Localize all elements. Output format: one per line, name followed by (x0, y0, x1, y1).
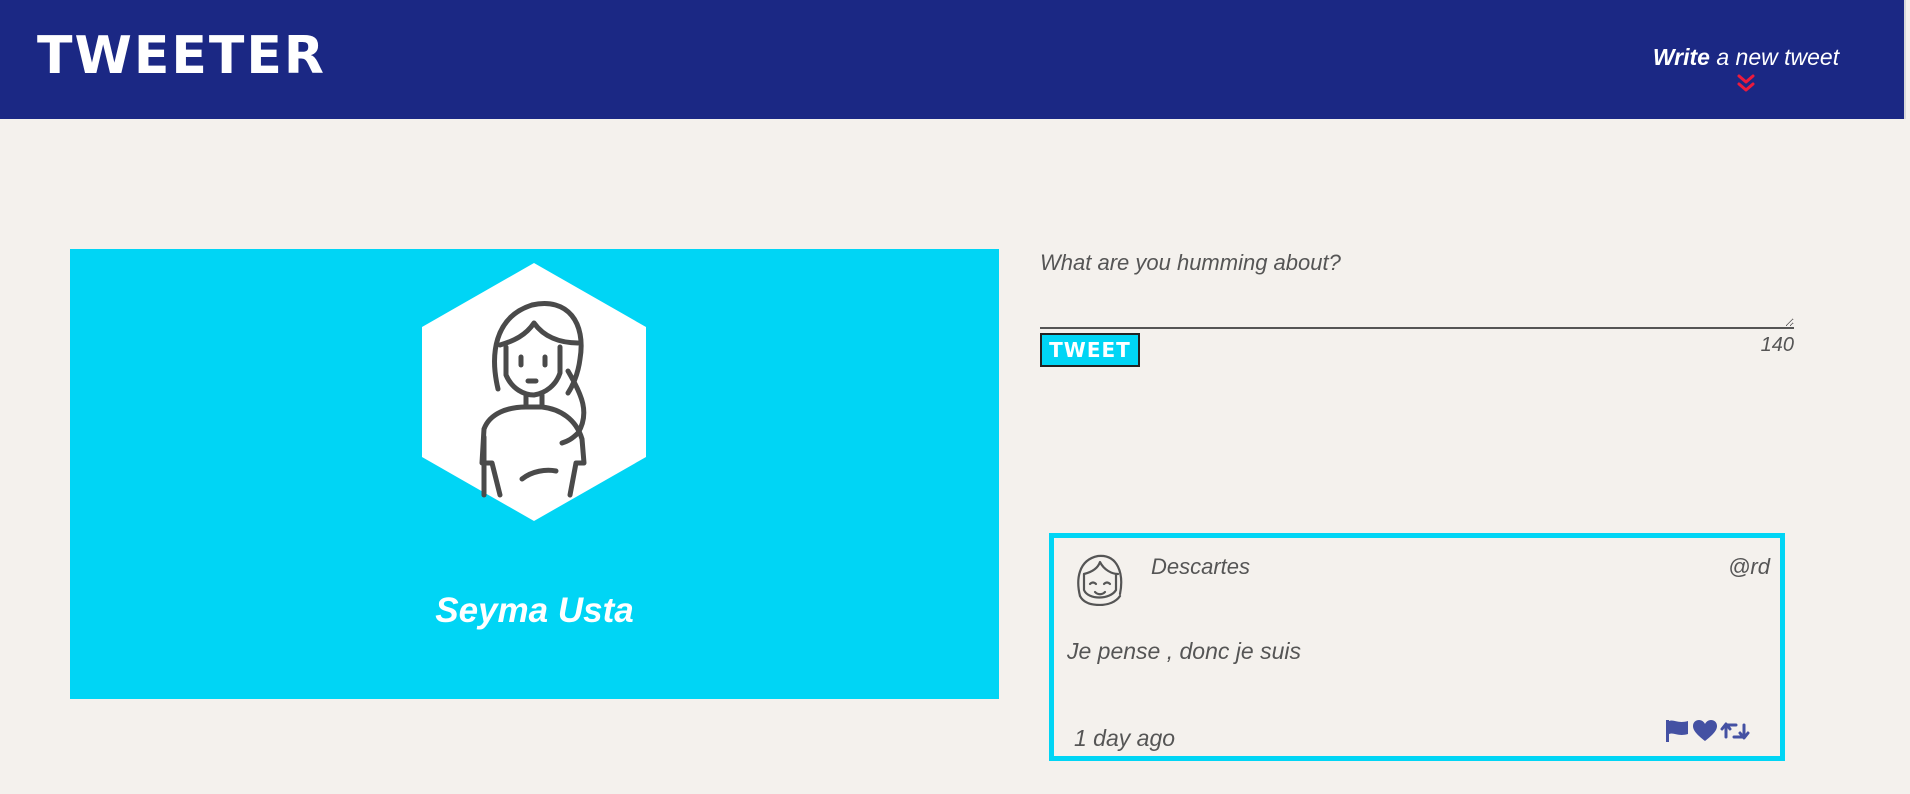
app-logo: TWEETER (37, 26, 326, 86)
flag-icon[interactable] (1664, 719, 1690, 743)
compose-toggle-strong: Write (1652, 44, 1710, 70)
profile-name: Seyma Usta (435, 591, 634, 630)
tweet-handle[interactable]: @rd (1728, 554, 1770, 580)
profile-avatar (422, 263, 646, 521)
retweet-icon[interactable] (1720, 719, 1750, 743)
tweet-button[interactable]: TWEET (1040, 333, 1140, 367)
write-new-tweet-toggle[interactable]: Write a new tweet (1640, 44, 1852, 95)
profile-card: Seyma Usta (70, 249, 999, 699)
avatar-hexagon (422, 263, 646, 521)
tweet-avatar-icon (1077, 554, 1123, 606)
compose-toggle-label: Write a new tweet (1653, 44, 1839, 70)
tweet-actions (1664, 719, 1750, 743)
heart-icon[interactable] (1692, 719, 1718, 743)
tweet-input[interactable] (1040, 244, 1794, 329)
tweet-text: Je pense , donc je suis (1067, 638, 1301, 664)
top-nav: TWEETER Write a new tweet (0, 0, 1906, 119)
tweet-card: Descartes @rd Je pense , donc je suis 1 … (1049, 533, 1785, 761)
compose-toggle-rest: a new tweet (1709, 44, 1840, 70)
tweet-composer: TWEET 140 (1040, 244, 1794, 367)
tweet-timestamp: 1 day ago (1074, 725, 1176, 751)
character-counter: 140 (1760, 334, 1794, 356)
tweet-author: Descartes (1151, 554, 1251, 579)
double-chevron-down-icon (1737, 74, 1755, 92)
